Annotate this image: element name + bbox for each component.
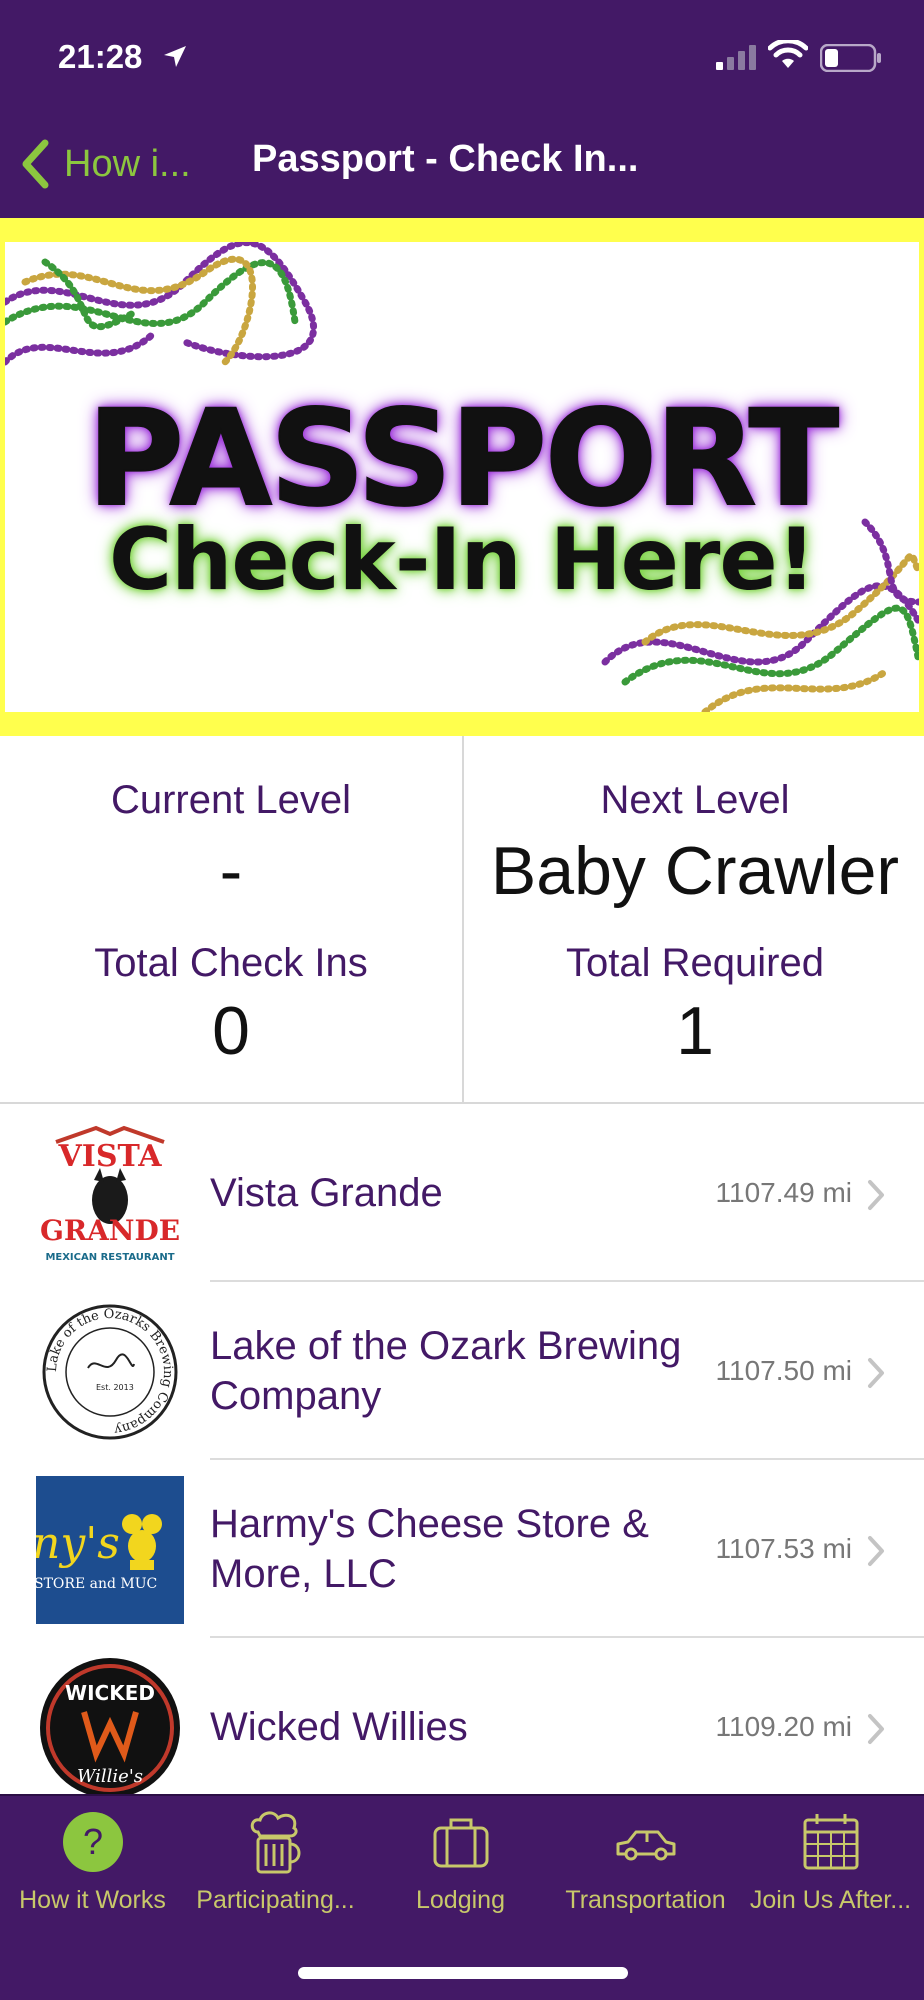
location-distance: 1107.49 mi xyxy=(715,1177,852,1208)
vista-grande-logo: VISTA GRANDE MEXICAN RESTAURANT xyxy=(36,1120,184,1268)
lake-ozark-brewing-logo: Lake of the Ozarks Brewing Company Est. … xyxy=(36,1298,184,1446)
list-item[interactable]: VISTA GRANDE MEXICAN RESTAURANT Vista Gr… xyxy=(0,1104,924,1282)
current-level-value: - xyxy=(219,833,243,909)
location-distance: 1109.20 mi xyxy=(715,1711,852,1742)
suitcase-icon xyxy=(433,1818,488,1868)
wifi-icon xyxy=(768,40,808,68)
svg-text:STORE and MUC: STORE and MUC xyxy=(36,1576,157,1592)
location-distance: 1107.50 mi xyxy=(715,1355,852,1386)
calendar-icon xyxy=(803,1814,858,1870)
home-indicator[interactable] xyxy=(298,1967,628,1979)
harmys-cheese-logo: ny's STORE and MUC xyxy=(36,1476,184,1624)
status-time: 21:28 xyxy=(58,38,143,75)
chevron-right-icon xyxy=(868,1536,884,1566)
svg-text:?: ? xyxy=(82,1821,102,1862)
location-arrow-icon xyxy=(164,46,186,67)
tab-label: Participating... xyxy=(196,1886,355,1914)
tab-join-us-after[interactable]: Join Us After... xyxy=(738,1796,923,1946)
svg-text:WICKED: WICKED xyxy=(65,1681,155,1705)
car-icon xyxy=(616,1830,675,1861)
current-level-column: Current Level - Total Check Ins 0 xyxy=(0,736,462,1104)
chevron-right-icon xyxy=(868,1358,884,1388)
passport-banner: PASSPORT Check-In Here! xyxy=(0,218,924,736)
tab-label: Join Us After... xyxy=(749,1886,912,1914)
total-checkins-label: Total Check Ins xyxy=(94,941,368,985)
location-distance: 1107.53 mi xyxy=(715,1533,852,1564)
next-level-label: Next Level xyxy=(600,778,790,822)
svg-text:Est. 2013: Est. 2013 xyxy=(96,1383,134,1392)
total-checkins-value: 0 xyxy=(212,993,250,1069)
wicked-willies-logo: WICKED Willie's xyxy=(36,1654,184,1794)
top-bar: 21:28 How i... Passport - Check In... xyxy=(0,0,924,218)
location-name: Vista Grande xyxy=(210,1171,443,1215)
tab-how-it-works[interactable]: ? How it Works xyxy=(0,1796,185,1946)
svg-text:Willie's: Willie's xyxy=(77,1766,143,1787)
svg-text:GRANDE: GRANDE xyxy=(40,1214,180,1247)
tab-lodging[interactable]: Lodging xyxy=(368,1796,553,1946)
page-title: Passport - Check In... xyxy=(252,138,639,180)
total-required-value: 1 xyxy=(676,993,714,1069)
list-item[interactable]: WICKED Willie's Wicked Willies 1109.20 m… xyxy=(0,1638,924,1794)
chef-mug-icon xyxy=(250,1811,300,1874)
location-name: Lake of the Ozark Brewing Company xyxy=(210,1324,682,1418)
location-list[interactable]: VISTA GRANDE MEXICAN RESTAURANT Vista Gr… xyxy=(0,1104,924,1794)
svg-text:VISTA: VISTA xyxy=(58,1139,163,1174)
tab-label: How it Works xyxy=(19,1886,166,1914)
cellular-signal-icon xyxy=(716,45,756,70)
tab-participating[interactable]: Participating... xyxy=(183,1796,368,1946)
next-level-value: Baby Crawler xyxy=(490,833,900,909)
svg-text:MEXICAN RESTAURANT: MEXICAN RESTAURANT xyxy=(45,1252,174,1263)
list-item[interactable]: Lake of the Ozarks Brewing Company Est. … xyxy=(0,1282,924,1460)
list-item[interactable]: ny's STORE and MUC Harmy's Cheese Store … xyxy=(0,1460,924,1638)
next-level-column: Next Level Baby Crawler Total Required 1 xyxy=(464,736,924,1104)
battery-icon xyxy=(820,44,881,72)
back-label: How i... xyxy=(64,142,191,185)
back-button[interactable]: How i... xyxy=(20,136,191,192)
tab-label: Lodging xyxy=(416,1886,505,1914)
banner-subtitle: Check-In Here! xyxy=(109,510,816,610)
question-circle-icon: ? xyxy=(62,1812,123,1872)
tab-label: Transportation xyxy=(565,1886,726,1914)
chevron-right-icon xyxy=(868,1714,884,1744)
banner-image: PASSPORT Check-In Here! xyxy=(5,242,919,712)
level-summary: Current Level - Total Check Ins 0 Next L… xyxy=(0,736,924,1104)
location-name: Wicked Willies xyxy=(210,1705,468,1749)
chevron-left-icon xyxy=(22,139,49,189)
location-name: Harmy's Cheese Store & More, LLC xyxy=(210,1502,649,1596)
total-required-label: Total Required xyxy=(566,941,824,985)
svg-text:ny's: ny's xyxy=(36,1518,120,1569)
current-level-label: Current Level xyxy=(110,778,352,822)
tab-transportation[interactable]: Transportation xyxy=(553,1796,738,1946)
chevron-right-icon xyxy=(868,1180,884,1210)
